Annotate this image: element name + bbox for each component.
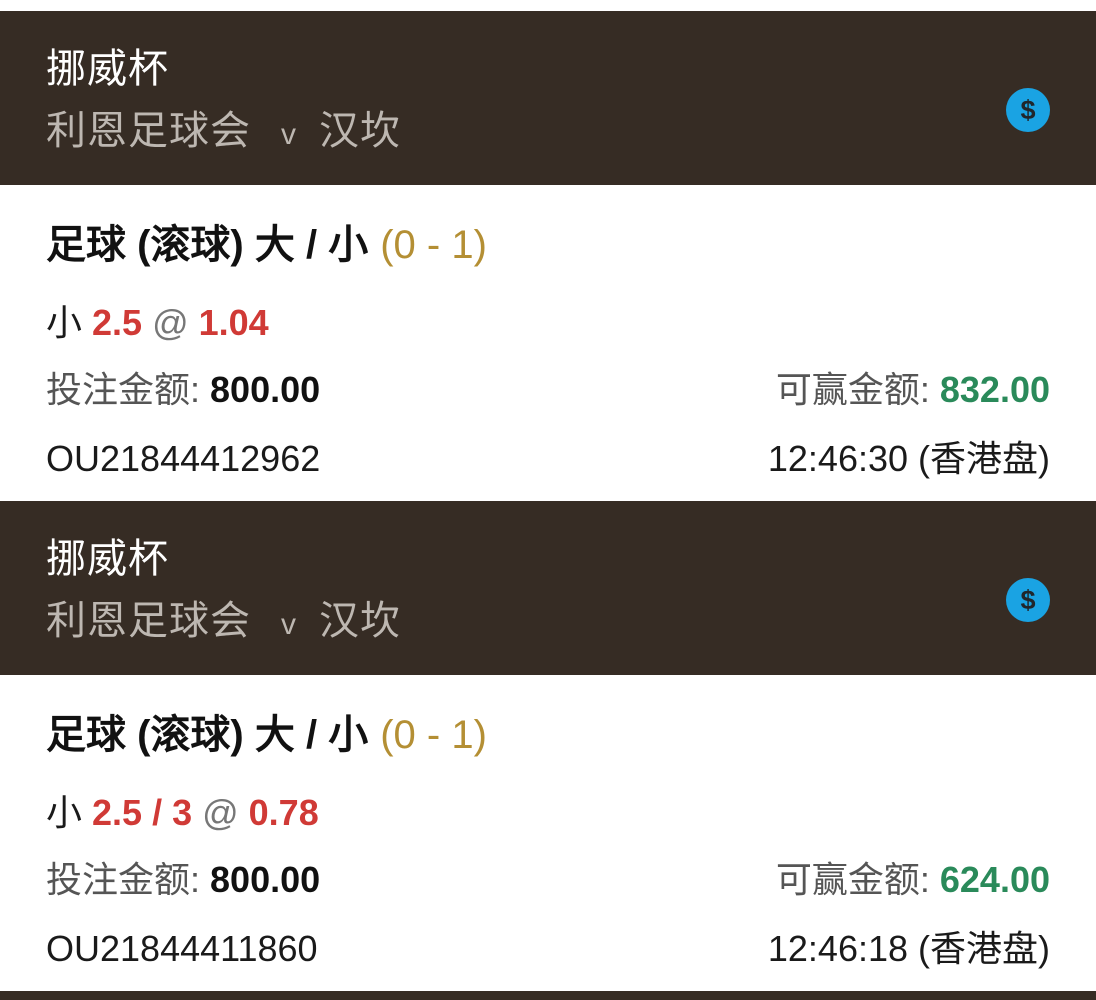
selection-side: 小 [46, 302, 83, 343]
market-name: 足球 (滚球) 大 / 小 [46, 223, 369, 267]
reference-row: OU21844411860 12:46:18 (香港盘) [46, 929, 1050, 969]
next-card-header-edge [0, 991, 1096, 1000]
odds-value: 0.78 [248, 792, 319, 833]
win-amount: 832.00 [939, 369, 1050, 410]
win-label: 可赢金额: [775, 859, 930, 900]
handicap-line: 2.5 [92, 302, 143, 343]
versus-label: v [281, 118, 297, 151]
win-label: 可赢金额: [775, 369, 930, 410]
match-teams: 利恩足球会 v 汉坎 [46, 599, 1096, 647]
bet-time: 12:46:30 (香港盘) [767, 438, 1050, 479]
selection-side: 小 [46, 792, 83, 833]
bet-reference: OU21844412962 [46, 438, 321, 479]
reference-row: OU21844412962 12:46:30 (香港盘) [46, 439, 1050, 479]
live-score: (0 - 1) [380, 223, 487, 267]
versus-label: v [281, 608, 297, 641]
selection: 小 2.5 / 3 @0.78 [46, 793, 1050, 833]
bet-reference: OU21844411860 [46, 928, 318, 969]
league-name: 挪威杯 [46, 537, 169, 581]
selection: 小 2.5 @1.04 [46, 303, 1050, 343]
market-name: 足球 (滚球) 大 / 小 [46, 713, 369, 757]
win-group: 可赢金额: 624.00 [776, 860, 1050, 900]
bet-details: 足球 (滚球) 大 / 小 (0 - 1) 小 2.5 / 3 @0.78 投注金额… [0, 675, 1096, 991]
match-teams: 利恩足球会 v 汉坎 [46, 109, 1096, 157]
odds-value: 1.04 [198, 302, 269, 343]
league-name: 挪威杯 [46, 47, 169, 91]
home-team: 利恩足球会 [46, 599, 251, 643]
bet-card[interactable]: 挪威杯 利恩足球会 v 汉坎 $ 足球 (滚球) 大 / 小 (0 - 1) 小 2.… [0, 11, 1096, 501]
at-symbol: @ [152, 302, 189, 343]
bet-time: 12:46:18 (香港盘) [767, 928, 1050, 969]
amount-row: 投注金额: 800.00 可赢金额: 624.00 [46, 860, 1050, 900]
stake-label: 投注金额: [46, 369, 201, 410]
bet-details: 足球 (滚球) 大 / 小 (0 - 1) 小 2.5 @1.04 投注金额: 80… [0, 185, 1096, 501]
stake-label: 投注金额: [46, 859, 201, 900]
stake-amount: 800.00 [210, 369, 321, 410]
away-team: 汉坎 [319, 599, 401, 643]
stake-amount: 800.00 [210, 859, 321, 900]
dollar-icon[interactable]: $ [1006, 88, 1050, 132]
bet-card[interactable]: 挪威杯 利恩足球会 v 汉坎 $ 足球 (滚球) 大 / 小 (0 - 1) 小 2.… [0, 501, 1096, 991]
match-header: 挪威杯 利恩足球会 v 汉坎 $ [0, 11, 1096, 185]
amount-row: 投注金额: 800.00 可赢金额: 832.00 [46, 370, 1050, 410]
stake-group: 投注金额: 800.00 [46, 860, 320, 900]
market-title: 足球 (滚球) 大 / 小 (0 - 1) [46, 223, 1050, 267]
market-title: 足球 (滚球) 大 / 小 (0 - 1) [46, 713, 1050, 757]
win-group: 可赢金额: 832.00 [776, 370, 1050, 410]
live-score: (0 - 1) [380, 713, 487, 757]
match-header: 挪威杯 利恩足球会 v 汉坎 $ [0, 501, 1096, 675]
away-team: 汉坎 [319, 109, 401, 153]
at-symbol: @ [202, 792, 239, 833]
home-team: 利恩足球会 [46, 109, 251, 153]
win-amount: 624.00 [939, 859, 1050, 900]
dollar-icon[interactable]: $ [1006, 578, 1050, 622]
handicap-line: 2.5 / 3 [92, 792, 193, 833]
stake-group: 投注金额: 800.00 [46, 370, 320, 410]
top-strip [0, 0, 1096, 11]
